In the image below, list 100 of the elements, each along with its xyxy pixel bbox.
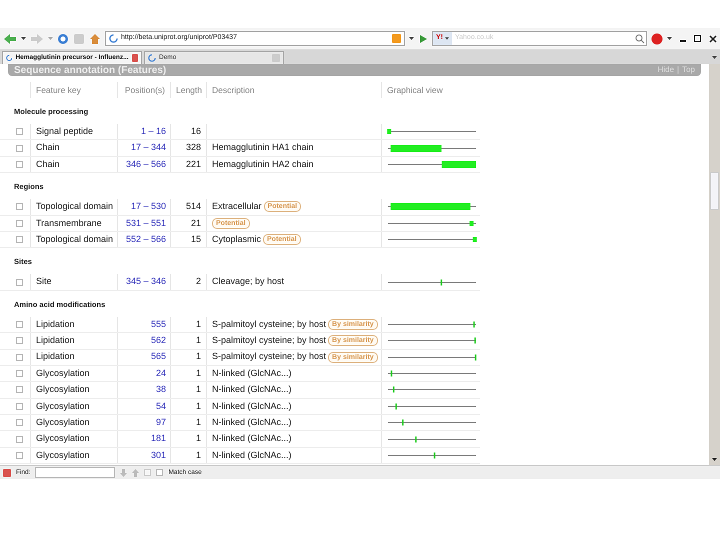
description-text: N-linked (GlcNAc...) <box>212 400 292 413</box>
position-link[interactable]: 345 – 346 <box>126 275 166 289</box>
position-link[interactable]: 552 – 566 <box>126 232 166 246</box>
feature-key-text: Chain <box>36 141 60 154</box>
length-text: 1 <box>196 383 201 396</box>
dropdown-caret-icon[interactable] <box>21 37 26 40</box>
description-text: S-palmitoyl cysteine; by host <box>212 318 326 331</box>
position-link[interactable]: 531 – 551 <box>126 216 166 230</box>
column-header: Length <box>176 84 202 96</box>
position-link[interactable]: 54 <box>156 400 166 414</box>
position-link[interactable]: 562 <box>150 334 166 348</box>
find-field[interactable] <box>35 467 116 478</box>
column-header: Graphical view <box>387 84 443 96</box>
row-checkbox[interactable] <box>16 370 23 378</box>
dropdown-caret-icon[interactable] <box>409 37 414 40</box>
position-link[interactable]: 555 <box>150 318 166 332</box>
length-text: 1 <box>196 448 201 462</box>
stop-sign-icon[interactable] <box>651 32 663 44</box>
down-arrow-icon[interactable] <box>120 468 128 476</box>
length-text: 328 <box>186 141 201 154</box>
rss-icon[interactable] <box>392 34 401 43</box>
scroll-down-arrow-icon[interactable] <box>712 458 717 461</box>
row-checkbox[interactable] <box>16 203 23 210</box>
row-checkbox[interactable] <box>16 128 23 136</box>
tab-close-icon[interactable] <box>132 54 138 62</box>
go-arrow-icon[interactable] <box>418 34 428 44</box>
search-icon[interactable] <box>634 32 646 44</box>
length-text: 1 <box>196 366 201 380</box>
position-link[interactable]: 97 <box>156 416 166 430</box>
row-checkbox[interactable] <box>16 436 23 443</box>
feature-key-text: Topological domain <box>36 200 114 214</box>
loading-icon <box>148 54 156 62</box>
position-link[interactable]: 301 <box>150 448 166 462</box>
length-text: 1 <box>196 432 201 446</box>
feature-key-text: Glycosylation <box>36 366 90 380</box>
highlight-icon[interactable] <box>144 469 152 476</box>
length-text: 514 <box>186 200 201 214</box>
description-text: S-palmitoyl cysteine; by host <box>212 334 326 348</box>
close-icon[interactable] <box>709 34 717 42</box>
column-header: Description <box>212 84 255 96</box>
loading-icon <box>6 54 12 62</box>
description-text: N-linked (GlcNAc...) <box>212 448 292 462</box>
feature-key-text: Transmembrane <box>36 216 102 230</box>
position-link[interactable]: 24 <box>156 366 166 380</box>
up-arrow-icon[interactable] <box>132 468 140 476</box>
reload-icon[interactable] <box>57 32 69 44</box>
dropdown-caret-icon <box>445 37 449 40</box>
position-link[interactable]: 565 <box>150 350 166 364</box>
feature-key-text: Signal peptide <box>36 124 94 138</box>
length-text: 1 <box>196 318 201 331</box>
row-checkbox[interactable] <box>16 236 23 244</box>
position-link[interactable]: 38 <box>156 383 166 397</box>
link-separator: | <box>677 65 680 75</box>
description-text: N-linked (GlcNAc...) <box>212 432 292 446</box>
feature-key-text: Lipidation <box>36 334 75 348</box>
row-checkbox[interactable] <box>16 220 23 227</box>
match-case-checkbox[interactable] <box>156 469 164 476</box>
row-checkbox[interactable] <box>16 419 23 426</box>
length-text: 221 <box>186 158 201 171</box>
scrollbar[interactable] <box>709 64 720 465</box>
stop-icon[interactable] <box>73 32 85 44</box>
dropdown-caret-icon[interactable] <box>667 37 672 40</box>
column-header: Position(s) <box>124 84 165 96</box>
row-checkbox[interactable] <box>16 278 23 286</box>
scrollbar-thumb[interactable] <box>710 172 719 210</box>
position-link[interactable]: 1 – 16 <box>140 124 166 138</box>
position-link[interactable]: 346 – 566 <box>126 158 166 172</box>
description-text: Cytoplasmic <box>212 232 262 246</box>
position-link[interactable]: 181 <box>150 432 166 446</box>
description-text: Extracellular <box>212 200 262 214</box>
home-icon[interactable] <box>89 32 101 44</box>
row-checkbox[interactable] <box>16 452 23 460</box>
row-checkbox[interactable] <box>16 354 23 361</box>
minimize-icon[interactable] <box>680 40 686 42</box>
row-checkbox[interactable] <box>16 144 23 152</box>
feature-key-text: Site <box>36 275 52 288</box>
row-checkbox[interactable] <box>16 402 23 410</box>
description-text: Hemagglutinin HA2 chain <box>212 158 314 171</box>
description-text: N-linked (GlcNAc...) <box>212 416 292 430</box>
close-find-icon[interactable] <box>3 468 11 476</box>
position-link[interactable]: 17 – 530 <box>130 200 166 214</box>
length-text: 1 <box>196 350 201 364</box>
feature-key-text: Glycosylation <box>36 432 90 446</box>
row-checkbox[interactable] <box>16 337 23 344</box>
panel-title: Sequence annotation (Features) <box>14 64 166 76</box>
length-text: 15 <box>190 232 201 246</box>
column-header: Feature key <box>36 84 81 96</box>
tab-list-caret-icon[interactable] <box>712 56 717 59</box>
description-text: N-linked (GlcNAc...) <box>212 383 292 396</box>
description-text: N-linked (GlcNAc...) <box>212 366 292 380</box>
length-text: 21 <box>190 216 201 230</box>
row-checkbox[interactable] <box>16 386 23 394</box>
feature-key-text: Glycosylation <box>36 416 90 430</box>
position-link[interactable]: 17 – 344 <box>130 141 166 155</box>
row-checkbox[interactable] <box>16 320 23 328</box>
feature-key-text: Lipidation <box>36 318 75 331</box>
loading-icon <box>109 34 118 43</box>
length-text: 1 <box>196 334 201 348</box>
restore-icon[interactable] <box>694 35 701 42</box>
row-checkbox[interactable] <box>16 160 23 168</box>
